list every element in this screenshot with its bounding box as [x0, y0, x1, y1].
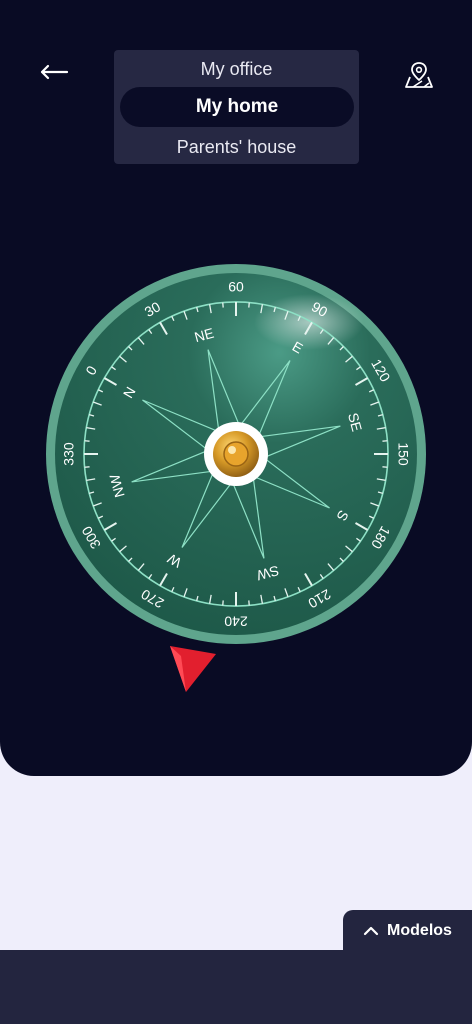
models-tab[interactable]: Modelos	[343, 910, 472, 951]
bottom-bar	[0, 950, 472, 1024]
models-tab-label: Modelos	[387, 921, 452, 939]
location-option-my-office[interactable]: My office	[114, 58, 359, 80]
degree-label: 240	[224, 613, 248, 629]
map-pin-icon	[405, 62, 433, 88]
arrow-left-icon	[40, 64, 69, 80]
heading-pointer-icon	[170, 646, 216, 692]
location-picker[interactable]: My office My home Parents' house	[114, 50, 359, 164]
location-option-parents-house[interactable]: Parents' house	[114, 136, 359, 158]
compass-glare	[254, 294, 364, 350]
compass-panel: My office My home Parents' house 0 30 60…	[0, 0, 472, 776]
degree-label: 150	[395, 442, 411, 466]
map-button[interactable]	[398, 54, 440, 96]
location-option-my-home[interactable]: My home	[120, 87, 354, 127]
compass-dial: 0 30 60 90 120 150 180 210 240 270 300 330 N NE E SE S SW…	[44, 262, 428, 646]
degree-label: 330	[61, 442, 77, 466]
degree-label: 60	[228, 279, 244, 295]
chevron-up-icon	[363, 926, 379, 935]
back-button[interactable]	[30, 55, 78, 89]
